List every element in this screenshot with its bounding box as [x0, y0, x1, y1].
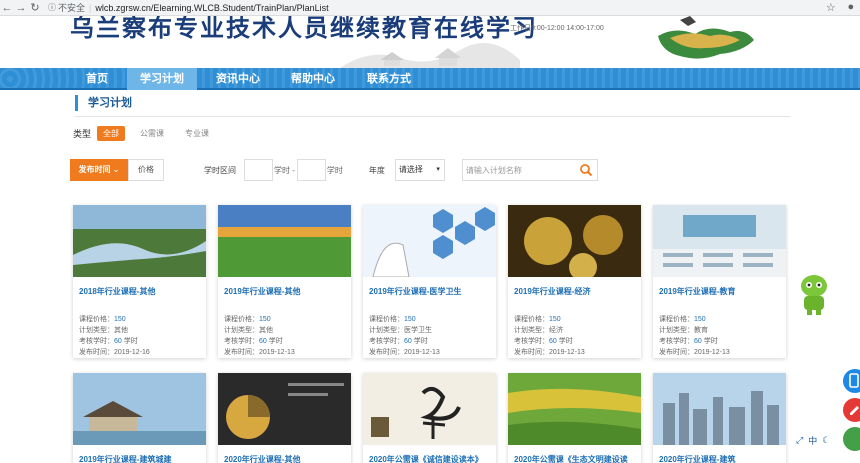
reload-icon[interactable]: ↻ [28, 1, 42, 14]
star-icon[interactable]: ☆ [826, 1, 836, 14]
card-image-architecture[interactable] [73, 373, 206, 445]
yurt-landscape-illustration [340, 42, 520, 68]
nav-item-contact[interactable]: 联系方式 [354, 68, 424, 90]
card-image-calligraphy[interactable] [363, 373, 496, 445]
nav-item-help[interactable]: 帮助中心 [278, 68, 348, 90]
card-title[interactable]: 2019年行业课程-其他 [224, 286, 345, 300]
hours-min-input[interactable] [244, 159, 273, 181]
card-meta: 课程价格：150 计划类型：其他 考核学时：60 学时 发布时间：2019-12… [79, 316, 150, 356]
nav-item-home[interactable]: 首页 [62, 68, 132, 90]
moon-icon[interactable]: ☾ [822, 435, 830, 446]
browser-toolbar: ← → ↻ ⓘ 不安全 | wlcb.zgrsw.cn/Elearning.WL… [0, 0, 860, 16]
type-label: 类型 [73, 128, 92, 139]
url-text: wlcb.zgrsw.cn/Elearning.WLCB.Student/Tra… [95, 2, 329, 13]
card-image-economy[interactable] [508, 205, 641, 281]
edit-icon [850, 406, 859, 415]
language-toggle[interactable]: 中 [808, 434, 817, 447]
hours-unit-to: 学时 [326, 165, 343, 175]
card-title[interactable]: 2019年行业课程-教育 [659, 286, 780, 300]
card-title[interactable]: 2020年公需课《生态文明建设读 [514, 454, 635, 463]
card-image-medical[interactable] [363, 205, 496, 278]
plan-card[interactable]: 2019年行业课程-经济 课程价格：150 计划类型：经济 考核学时：60 学时… [508, 205, 641, 358]
sort-by-price-button[interactable]: 价格 [128, 159, 164, 181]
main-nav: 首页 学习计划 资讯中心 帮助中心 联系方式 [0, 68, 860, 90]
search-placeholder: 请输入计划名称 [465, 165, 522, 175]
edit-float-button[interactable] [843, 398, 860, 422]
plan-card[interactable]: 2020年公需课《生态文明建设读 [508, 373, 641, 463]
card-image-classroom[interactable] [653, 205, 786, 277]
warning-icon: ⓘ [48, 3, 56, 12]
card-image-river[interactable] [73, 205, 206, 277]
card-title[interactable]: 2018年行业课程-其他 [79, 286, 200, 300]
work-hours: 工作日9:00-12:00 14:00-17:00 [510, 25, 604, 32]
chevron-down-icon: ⌄ [112, 165, 120, 174]
plan-card[interactable]: 2020年行业课程-建筑 [653, 373, 786, 463]
card-title[interactable]: 2020年行业课程-建筑 [659, 454, 780, 463]
nav-item-study-plan[interactable]: 学习计划 [127, 68, 197, 90]
card-meta: 课程价格：150 计划类型：其他 考核学时：60 学时 发布时间：2019-12… [224, 316, 295, 356]
card-title[interactable]: 2019年行业课程-建筑城建 [79, 454, 200, 463]
search-icon[interactable] [579, 163, 593, 177]
profile-icon[interactable]: ● [847, 1, 854, 14]
hours-max-input[interactable] [296, 159, 326, 181]
card-image-city[interactable] [653, 373, 786, 445]
plan-card[interactable]: 2019年行业课程-医学卫生 课程价格：150 计划类型：医学卫生 考核学时：6… [363, 205, 496, 358]
card-title[interactable]: 2019年行业课程-经济 [514, 286, 635, 300]
security-label: 不安全 [58, 3, 86, 13]
card-title[interactable]: 2020年公需课《诚信建设读本》 [369, 454, 490, 463]
section-title: 学习计划 [75, 95, 132, 111]
type-chip-all[interactable]: 全部 [97, 125, 126, 141]
plan-card[interactable]: 2019年行业课程-建筑城建 [73, 373, 206, 463]
plan-card[interactable]: 2019年行业课程-教育 课程价格：150 计划类型：教育 考核学时：60 学时… [653, 205, 786, 358]
phone-float-button[interactable] [843, 369, 860, 393]
type-chip-public[interactable]: 公需课 [134, 126, 170, 141]
type-chip-professional[interactable]: 专业课 [179, 126, 215, 141]
phone-icon [849, 373, 859, 388]
back-icon[interactable]: ← [0, 2, 14, 14]
expand-icon[interactable]: ⤢ [796, 435, 803, 446]
card-image-pie-chart[interactable] [218, 373, 351, 445]
plan-card[interactable]: 2019年行业课程-其他 课程价格：150 计划类型：其他 考核学时：60 学时… [218, 205, 351, 358]
year-label: 年度 [368, 165, 385, 175]
chevron-down-icon: ▾ [436, 166, 440, 173]
plan-search-input[interactable]: 请输入计划名称 [461, 159, 598, 181]
card-title[interactable]: 2019年行业课程-医学卫生 [369, 286, 490, 300]
hours-range-label: 学时区间 [204, 165, 236, 175]
forward-icon[interactable]: → [14, 2, 28, 14]
site-header: 乌兰察布专业技术人员继续教育在线学习 工作日9:00-12:00 14:00-1… [0, 16, 860, 68]
chat-float-button[interactable] [843, 427, 860, 451]
filter-bar: 发布时间 ⌄ 价格 学时区间 学时 - 学时 年度 请选择 ▾ 请输入计划名称 [70, 159, 598, 181]
card-meta: 课程价格：150 计划类型：教育 考核学时：60 学时 发布时间：2019-12… [659, 316, 730, 356]
banner-map-illustration [658, 16, 754, 59]
card-image-grassland[interactable] [218, 205, 351, 277]
hours-unit-from: 学时 - [274, 165, 295, 175]
address-bar[interactable]: ⓘ 不安全 | wlcb.zgrsw.cn/Elearning.WLCB.Stu… [48, 1, 820, 14]
card-meta: 课程价格：150 计划类型：经济 考核学时：60 学时 发布时间：2019-12… [514, 316, 585, 356]
card-title[interactable]: 2020年行业课程-其他 [224, 454, 345, 463]
sort-by-date-button[interactable]: 发布时间 ⌄ [70, 159, 128, 181]
nav-item-news[interactable]: 资讯中心 [203, 68, 273, 90]
type-filter: 类型 全部 公需课 专业课 [73, 125, 224, 141]
section-divider [75, 116, 790, 117]
plan-card[interactable]: 2018年行业课程-其他 课程价格：150 计划类型：其他 考核学时：60 学时… [73, 205, 206, 358]
card-meta: 课程价格：150 计划类型：医学卫生 考核学时：60 学时 发布时间：2019-… [369, 316, 440, 356]
year-select[interactable]: 请选择 ▾ [394, 159, 445, 181]
plan-card[interactable]: 2020年行业课程-其他 [218, 373, 351, 463]
ime-toolbar: ⤢ 中 ☾ [796, 433, 830, 447]
card-image-fields[interactable] [508, 373, 641, 445]
plan-card[interactable]: 2020年公需课《诚信建设读本》 [363, 373, 496, 463]
android-assistant-icon[interactable] [797, 272, 831, 316]
